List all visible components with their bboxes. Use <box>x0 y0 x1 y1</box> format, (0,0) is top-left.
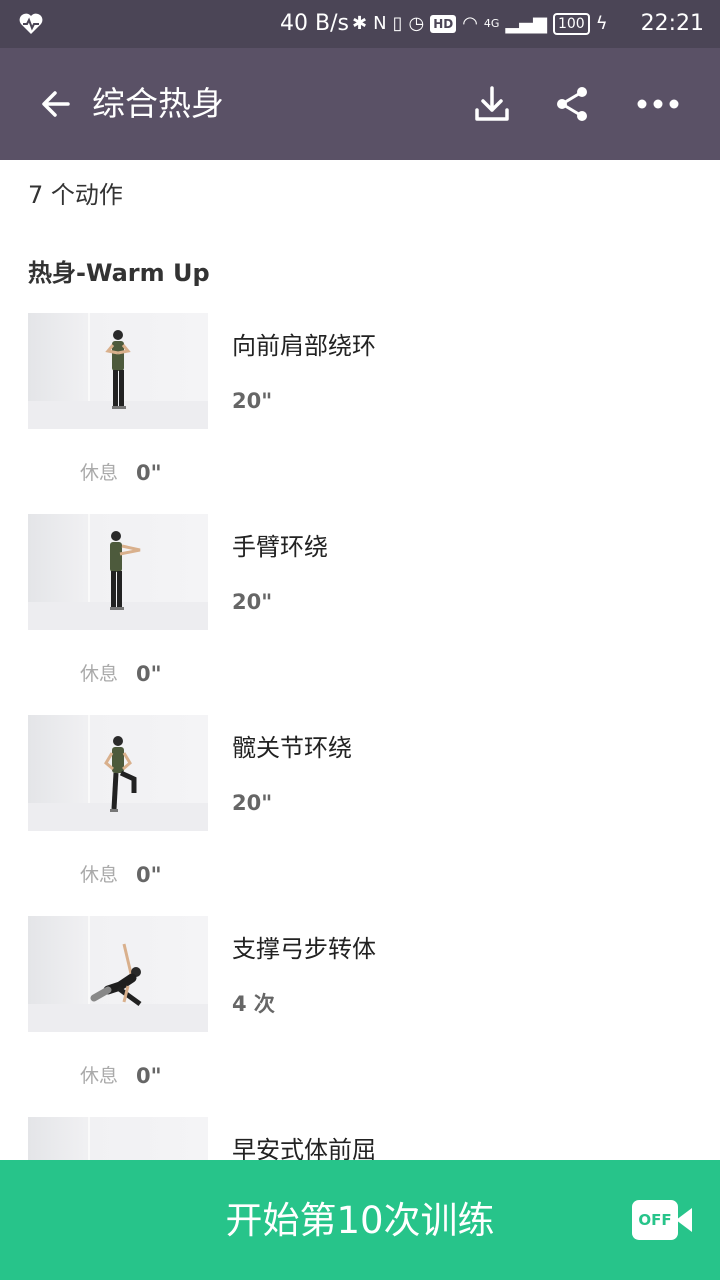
health-heart-icon <box>19 13 43 34</box>
exercise-list: 向前肩部绕环 20" 休息 0" 手臂环绕 20" 休息 0" 髋关节环绕 20… <box>0 313 720 1280</box>
camera-off-toggle[interactable]: OFF <box>632 1200 692 1240</box>
battery-icon: 100 <box>552 13 590 35</box>
exercise-item[interactable]: 手臂环绕 20" 休息 0" <box>0 514 720 715</box>
rest-label: 休息 <box>80 462 119 484</box>
bluetooth-icon: ✱ <box>352 13 368 34</box>
rest-value: 0" <box>136 863 162 887</box>
exercise-thumbnail <box>28 715 208 831</box>
nfc-icon: N <box>373 13 387 34</box>
rest-label: 休息 <box>80 663 119 685</box>
alarm-icon: ◷ <box>408 13 425 34</box>
rest-value: 0" <box>136 461 162 485</box>
exercise-item[interactable]: 支撑弓步转体 4 次 休息 0" <box>0 916 720 1117</box>
rest-value: 0" <box>136 1064 162 1088</box>
exercise-name: 手臂环绕 <box>232 533 328 561</box>
page-title: 综合热身 <box>92 84 224 123</box>
signal-bars-icon: ▂▄▆ <box>505 13 547 34</box>
exercise-duration: 20" <box>232 389 273 413</box>
start-training-label: 开始第10次训练 <box>225 1199 495 1242</box>
more-icon[interactable] <box>634 84 682 124</box>
camera-icon: OFF <box>632 1200 678 1240</box>
rest-label: 休息 <box>80 1065 119 1087</box>
rest-label: 休息 <box>80 864 119 886</box>
exercise-thumbnail <box>28 313 208 429</box>
hd-icon: HD <box>430 15 457 33</box>
exercise-name: 向前肩部绕环 <box>232 332 376 360</box>
share-icon[interactable] <box>552 84 592 124</box>
exercise-duration: 20" <box>232 791 273 815</box>
status-icons: ✱ N ▯ ◷ HD ◠ 4G ▂▄▆ 100 ϟ <box>352 10 608 38</box>
section-title: 热身-Warm Up <box>28 259 210 287</box>
clock: 22:21 <box>640 11 704 36</box>
download-icon[interactable] <box>472 84 512 124</box>
exercise-duration: 20" <box>232 590 273 614</box>
rest-value: 0" <box>136 662 162 686</box>
exercise-name: 支撑弓步转体 <box>232 935 376 963</box>
signal-icon: 4G <box>483 17 500 30</box>
exercise-item[interactable]: 髋关节环绕 20" 休息 0" <box>0 715 720 916</box>
start-training-button[interactable]: 开始第10次训练 OFF <box>0 1160 720 1280</box>
exercise-thumbnail <box>28 514 208 630</box>
charging-icon: ϟ <box>595 13 608 34</box>
vibrate-icon: ▯ <box>392 13 403 34</box>
exercise-reps: 4 次 <box>232 992 275 1016</box>
back-arrow-icon[interactable] <box>36 84 76 124</box>
network-speed: 40 B/s <box>280 11 349 36</box>
action-count: 7 个动作 <box>28 181 123 209</box>
wifi-icon: ◠ <box>462 13 478 34</box>
exercise-name: 髋关节环绕 <box>232 734 352 762</box>
exercise-thumbnail <box>28 916 208 1032</box>
app-bar: 综合热身 <box>0 48 720 160</box>
exercise-item[interactable]: 向前肩部绕环 20" 休息 0" <box>0 313 720 514</box>
status-bar: 40 B/s ✱ N ▯ ◷ HD ◠ 4G ▂▄▆ 100 ϟ 22:21 <box>0 0 720 48</box>
